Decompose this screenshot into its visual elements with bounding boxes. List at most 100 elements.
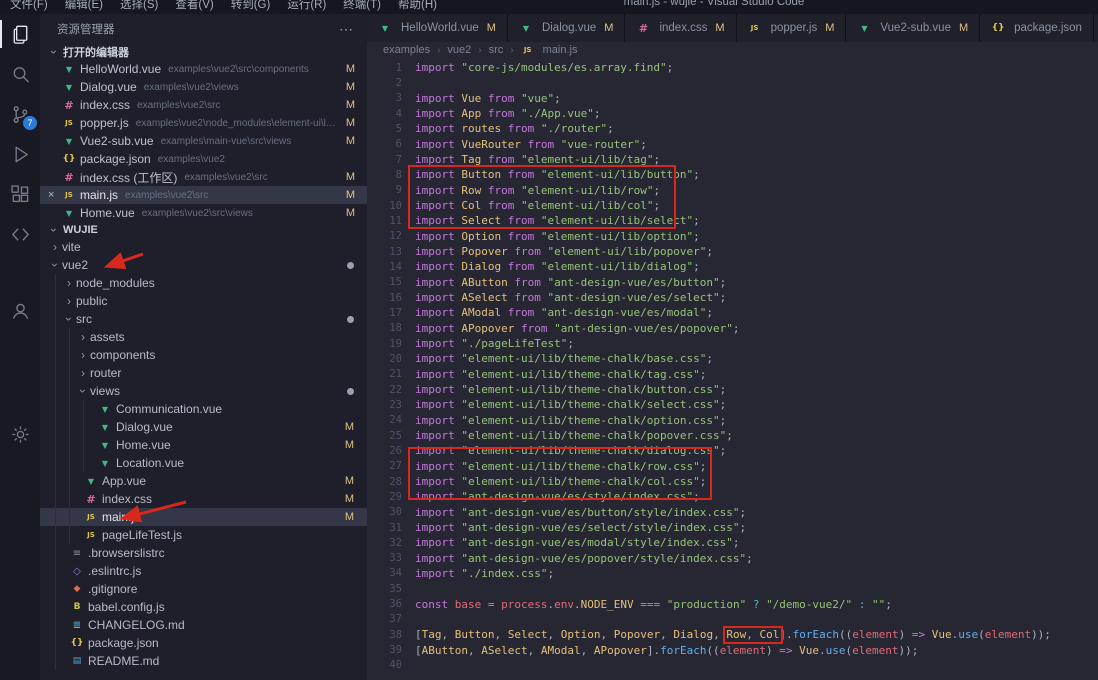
code-line: 36const base = process.env.NODE_ENV === … <box>367 596 1098 611</box>
tree-file-home-vue[interactable]: ▼Home.vueM <box>40 436 367 454</box>
open-editor-item[interactable]: {}package.jsonexamples\vue2 <box>40 150 367 168</box>
chevron-down-icon: › <box>62 312 76 326</box>
tree-folder-assets[interactable]: ›assets <box>40 328 367 346</box>
tree-file-pagelifetest-js[interactable]: JSpageLifeTest.js <box>40 526 367 544</box>
tab-index-css[interactable]: #index.cssM <box>625 14 736 42</box>
tree-folder-node-modules[interactable]: ›node_modules <box>40 274 367 292</box>
tree-item-label: package.json <box>88 636 159 650</box>
tab-index-css[interactable]: #index.css <box>1094 14 1098 42</box>
open-editor-item[interactable]: ×JSmain.jsexamples\vue2\srcM <box>40 186 367 204</box>
line-number: 9 <box>367 184 415 196</box>
open-editor-item[interactable]: ▼Dialog.vueexamples\vue2\viewsM <box>40 78 367 96</box>
indent-guide <box>55 544 56 562</box>
tree-file--gitignore[interactable]: ◆.gitignore <box>40 580 367 598</box>
line-number: 37 <box>367 613 415 625</box>
open-editor-item[interactable]: ▼Home.vueexamples\vue2\src\viewsM <box>40 204 367 222</box>
menu-item-3[interactable]: 查看(V) <box>175 0 213 12</box>
menu-item-2[interactable]: 选择(S) <box>120 0 158 12</box>
source-control-icon[interactable]: 7 <box>0 94 40 134</box>
indent-guide <box>55 310 56 328</box>
open-editor-item[interactable]: ▼HelloWorld.vueexamples\vue2\src\compone… <box>40 60 367 78</box>
close-icon[interactable]: × <box>48 189 62 201</box>
vue-file-icon: ▼ <box>378 24 392 33</box>
account-icon[interactable] <box>0 290 40 330</box>
code-line: 37 <box>367 612 1098 627</box>
tree-file-main-js[interactable]: JSmain.jsM <box>40 508 367 526</box>
tree-file--browserslistrc[interactable]: ≡.browserslistrc <box>40 544 367 562</box>
window-title: main.js - wujie - Visual Studio Code <box>330 0 1098 8</box>
indent-guide <box>69 400 70 418</box>
tab-popper-js[interactable]: JSpopper.jsM <box>737 14 847 42</box>
tree-item-label: vue2 <box>62 258 88 272</box>
line-number: 29 <box>367 491 415 503</box>
menu-item-4[interactable]: 转到(G) <box>231 0 271 12</box>
file-tree: ›vite›vue2›node_modules›public›src›asset… <box>40 238 367 680</box>
code-line: 25import "element-ui/lib/theme-chalk/pop… <box>367 428 1098 443</box>
tree-folder-router[interactable]: ›router <box>40 364 367 382</box>
tree-file-app-vue[interactable]: ▼App.vueM <box>40 472 367 490</box>
line-number: 14 <box>367 261 415 273</box>
tree-file-location-vue[interactable]: ▼Location.vue <box>40 454 367 472</box>
breadcrumb-item[interactable]: JSmain.js <box>521 44 578 56</box>
extensions-icon[interactable] <box>0 174 40 214</box>
tab-package-json[interactable]: {}package.json <box>980 14 1094 42</box>
line-number: 34 <box>367 567 415 579</box>
tree-item-label: node_modules <box>76 276 155 290</box>
tree-folder-vue2[interactable]: ›vue2 <box>40 256 367 274</box>
open-editor-item[interactable]: ▼Vue2-sub.vueexamples\main-vue\src\views… <box>40 132 367 150</box>
tree-file-communication-vue[interactable]: ▼Communication.vue <box>40 400 367 418</box>
tree-file-changelog-md[interactable]: ≣CHANGELOG.md <box>40 616 367 634</box>
open-editor-item[interactable]: #index.css (工作区)examples\vue2\srcM <box>40 168 367 186</box>
indent-guide <box>55 652 56 670</box>
json-file-icon: {} <box>991 23 1005 33</box>
file-name: HelloWorld.vue <box>80 62 161 76</box>
tree-folder-components[interactable]: ›components <box>40 346 367 364</box>
tree-item-label: assets <box>90 330 125 344</box>
run-debug-icon[interactable] <box>0 134 40 174</box>
editor-pane: ▼HelloWorld.vueM▼Dialog.vueM#index.cssMJ… <box>367 14 1098 680</box>
code-editor[interactable]: 1import "core-js/modules/es.array.find";… <box>367 58 1098 680</box>
tab-dialog-vue[interactable]: ▼Dialog.vueM <box>508 14 626 42</box>
tab-helloworld-vue[interactable]: ▼HelloWorld.vueM <box>367 14 508 42</box>
tree-folder-public[interactable]: ›public <box>40 292 367 310</box>
open-editor-item[interactable]: #index.cssexamples\vue2\srcM <box>40 96 367 114</box>
tree-file-dialog-vue[interactable]: ▼Dialog.vueM <box>40 418 367 436</box>
menu-item-5[interactable]: 运行(R) <box>287 0 326 12</box>
line-number: 8 <box>367 169 415 181</box>
tree-file--eslintrc-js[interactable]: ◇.eslintrc.js <box>40 562 367 580</box>
tree-folder-views[interactable]: ›views <box>40 382 367 400</box>
remote-icon[interactable] <box>0 214 40 254</box>
tree-folder-vite[interactable]: ›vite <box>40 238 367 256</box>
open-editor-item[interactable]: JSpopper.jsexamples\vue2\node_modules\el… <box>40 114 367 132</box>
modified-badge: M <box>337 421 354 433</box>
line-number: 40 <box>367 659 415 671</box>
search-icon[interactable] <box>0 54 40 94</box>
menu-item-0[interactable]: 文件(F) <box>10 0 48 12</box>
file-path: examples\vue2\src\views <box>142 208 253 219</box>
open-editors-header[interactable]: › 打开的编辑器 <box>40 44 367 60</box>
breadcrumb-item[interactable]: src <box>489 44 504 56</box>
tab-vue2-sub-vue[interactable]: ▼Vue2-sub.vueM <box>846 14 980 42</box>
tree-file-package-json[interactable]: {}package.json <box>40 634 367 652</box>
explorer-icon[interactable] <box>0 14 40 54</box>
title-bar: 文件(F)编辑(E)选择(S)查看(V)转到(G)运行(R)终端(T)帮助(H)… <box>0 0 1098 14</box>
css-file-icon: # <box>636 22 650 35</box>
code-line: 17import AModal from "ant-design-vue/es/… <box>367 305 1098 320</box>
workspace-header[interactable]: › WUJIE <box>40 222 367 238</box>
tree-file-babel-config-js[interactable]: Bbabel.config.js <box>40 598 367 616</box>
eslint-file-icon: ◇ <box>70 566 84 577</box>
code-text: import Button from "element-ui/lib/butto… <box>415 168 700 181</box>
code-line: 26import "element-ui/lib/theme-chalk/dia… <box>367 443 1098 458</box>
breadcrumb-item[interactable]: examples <box>383 44 430 56</box>
code-text: import App from "./App.vue"; <box>415 107 600 120</box>
config-file-icon: ≡ <box>70 548 84 559</box>
more-actions-icon[interactable]: ⋯ <box>339 24 353 34</box>
modified-badge: M <box>337 439 354 451</box>
settings-icon[interactable] <box>0 414 40 454</box>
line-number: 11 <box>367 215 415 227</box>
tree-file-readme-md[interactable]: ▤README.md <box>40 652 367 670</box>
breadcrumb-item[interactable]: vue2 <box>447 44 471 56</box>
tree-folder-src[interactable]: ›src <box>40 310 367 328</box>
tree-file-index-css[interactable]: #index.cssM <box>40 490 367 508</box>
menu-item-1[interactable]: 编辑(E) <box>65 0 103 12</box>
